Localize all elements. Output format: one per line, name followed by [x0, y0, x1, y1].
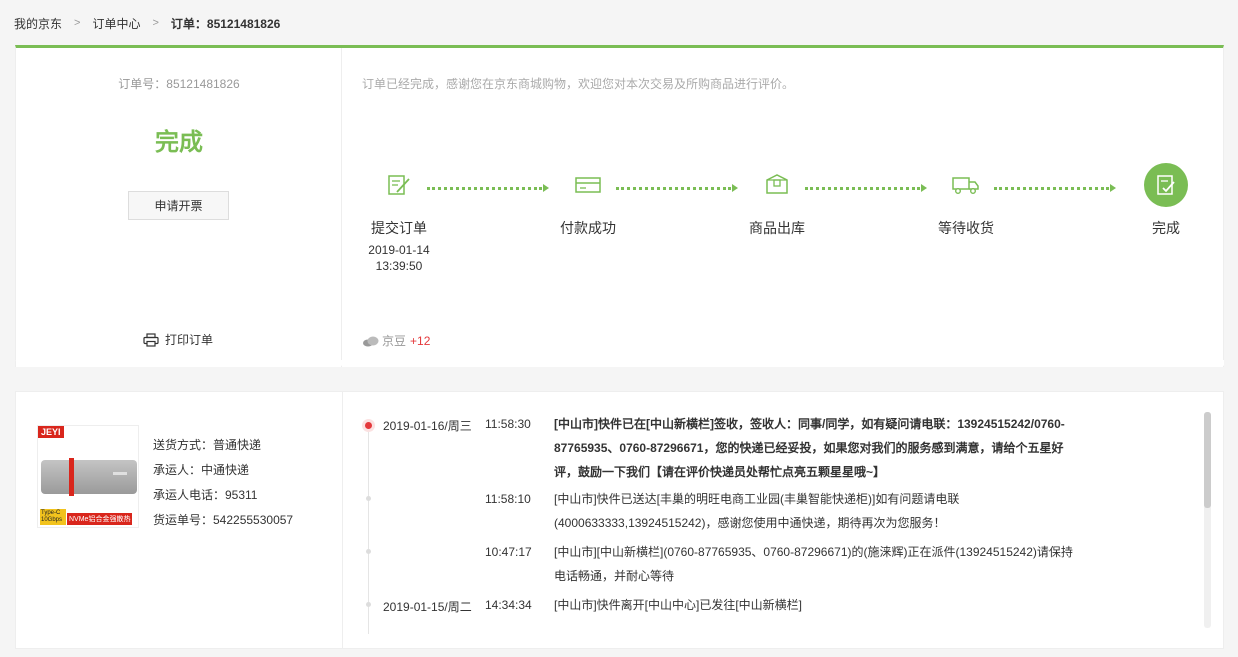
timeline-dot	[366, 496, 371, 501]
step-time: 2019-01-14 13:39:50	[339, 242, 459, 274]
order-status-panel: 订单号：85121481826 完成 申请开票 打印订单 订单已经完成，感谢您在…	[15, 45, 1224, 367]
tracking-number: 货运单号：542255530057	[153, 513, 294, 527]
apply-invoice-button[interactable]: 申请开票	[128, 191, 229, 220]
step-label: 提交订单	[371, 220, 427, 236]
breadcrumb: 我的京东 > 订单中心 > 订单：85121481826	[14, 14, 280, 32]
carrier-phone: 承运人电话：95311	[153, 488, 258, 502]
breadcrumb-my-jd[interactable]: 我的京东	[14, 15, 62, 32]
step-awaiting-receipt: 等待收货	[906, 163, 1026, 238]
ssd-enclosure-graphic	[41, 458, 137, 496]
order-notice: 订单已经完成，感谢您在京东商城购物，欢迎您对本次交易及所购商品进行评价。	[362, 77, 795, 91]
step-payment-success: 付款成功	[528, 163, 648, 238]
beans-value: +12	[410, 333, 431, 348]
product-image[interactable]: JEYI Type-C 10Gbps NVMe铝合金强散热	[37, 425, 139, 528]
timeline-time: 11:58:30	[485, 417, 531, 431]
breadcrumb-order-center[interactable]: 订单中心	[92, 15, 140, 32]
timeline-date: 2019-01-16/周三	[383, 419, 472, 433]
scrollbar-thumb[interactable]	[1204, 412, 1211, 508]
zigzag-edge	[15, 360, 1224, 374]
step-completed: 完成	[1106, 163, 1226, 238]
print-order-label: 打印订单	[165, 333, 214, 347]
cloud-icon	[363, 336, 379, 346]
box-icon	[755, 163, 799, 207]
print-order-link[interactable]: 打印订单	[143, 331, 213, 348]
printer-icon	[143, 332, 159, 347]
step-label: 等待收货	[938, 220, 994, 236]
step-clock: 13:39:50	[375, 259, 423, 273]
progress-connector	[994, 183, 1116, 193]
order-summary: 订单号：85121481826 完成 申请开票 打印订单	[16, 48, 342, 367]
truck-icon	[944, 163, 988, 207]
timeline-text: [中山市]快件离开[中山中心]已发往[中山新横栏]	[554, 598, 803, 612]
shipping-panel: JEYI Type-C 10Gbps NVMe铝合金强散热 送货方式：普通快递 …	[15, 391, 1224, 649]
product-tag-type-c: Type-C 10Gbps	[40, 509, 66, 525]
timeline-dot	[366, 549, 371, 554]
order-status: 完成	[155, 129, 203, 156]
step-label: 商品出库	[749, 220, 805, 236]
timeline-date: 2019-01-15/周二	[383, 600, 472, 614]
timeline-text: [中山市]快件已送达[丰巢的明旺电商工业园(丰巢智能快递柜)]如有问题请电联(4…	[554, 492, 960, 530]
shipping-info: 送货方式：普通快递 承运人：中通快递 承运人电话：95311 货运单号：5422…	[153, 436, 293, 536]
step-goods-shipped: 商品出库	[717, 163, 837, 238]
timeline-text: [中山市]快件已在[中山新横栏]签收，签收人：同事/同学，如有疑问请电联：139…	[554, 417, 1065, 479]
timeline-time: 14:34:34	[485, 598, 532, 612]
chevron-right-icon: >	[74, 17, 81, 29]
step-date: 2019-01-14	[368, 243, 430, 257]
order-number: 订单号：85121481826	[118, 77, 240, 91]
chevron-right-icon: >	[152, 17, 159, 29]
timeline-dot-current	[365, 422, 372, 429]
timeline-text: [中山市][中山新横栏](0760-87765935、0760-87296671…	[554, 545, 1073, 583]
beans-label: 京豆	[382, 334, 407, 348]
product-tag-nvme: NVMe铝合金强散热	[67, 513, 133, 525]
step-submit-order: 提交订单 2019-01-14 13:39:50	[339, 163, 459, 274]
timeline-dot	[366, 602, 371, 607]
timeline-scrollbar[interactable]	[1204, 412, 1211, 628]
brand-logo: JEYI	[38, 426, 64, 438]
edit-icon	[377, 163, 421, 207]
check-doc-icon	[1144, 163, 1188, 207]
step-label: 付款成功	[560, 220, 616, 236]
shipping-carrier: 承运人：中通快递	[153, 463, 250, 477]
tracking-timeline: 2019-01-16/周三 11:58:30 [中山市]快件已在[中山新横栏]签…	[343, 392, 1211, 648]
shipping-method: 送货方式：普通快递	[153, 438, 262, 452]
timeline-time: 10:47:17	[485, 545, 532, 559]
step-label: 完成	[1152, 220, 1180, 236]
order-progress: 订单已经完成，感谢您在京东商城购物，欢迎您对本次交易及所购商品进行评价。 提交订…	[343, 48, 1223, 367]
jd-beans: 京豆 +12	[362, 332, 430, 349]
breadcrumb-current: 订单：85121481826	[170, 16, 281, 31]
card-icon	[566, 163, 610, 207]
timeline-time: 11:58:10	[485, 492, 531, 506]
